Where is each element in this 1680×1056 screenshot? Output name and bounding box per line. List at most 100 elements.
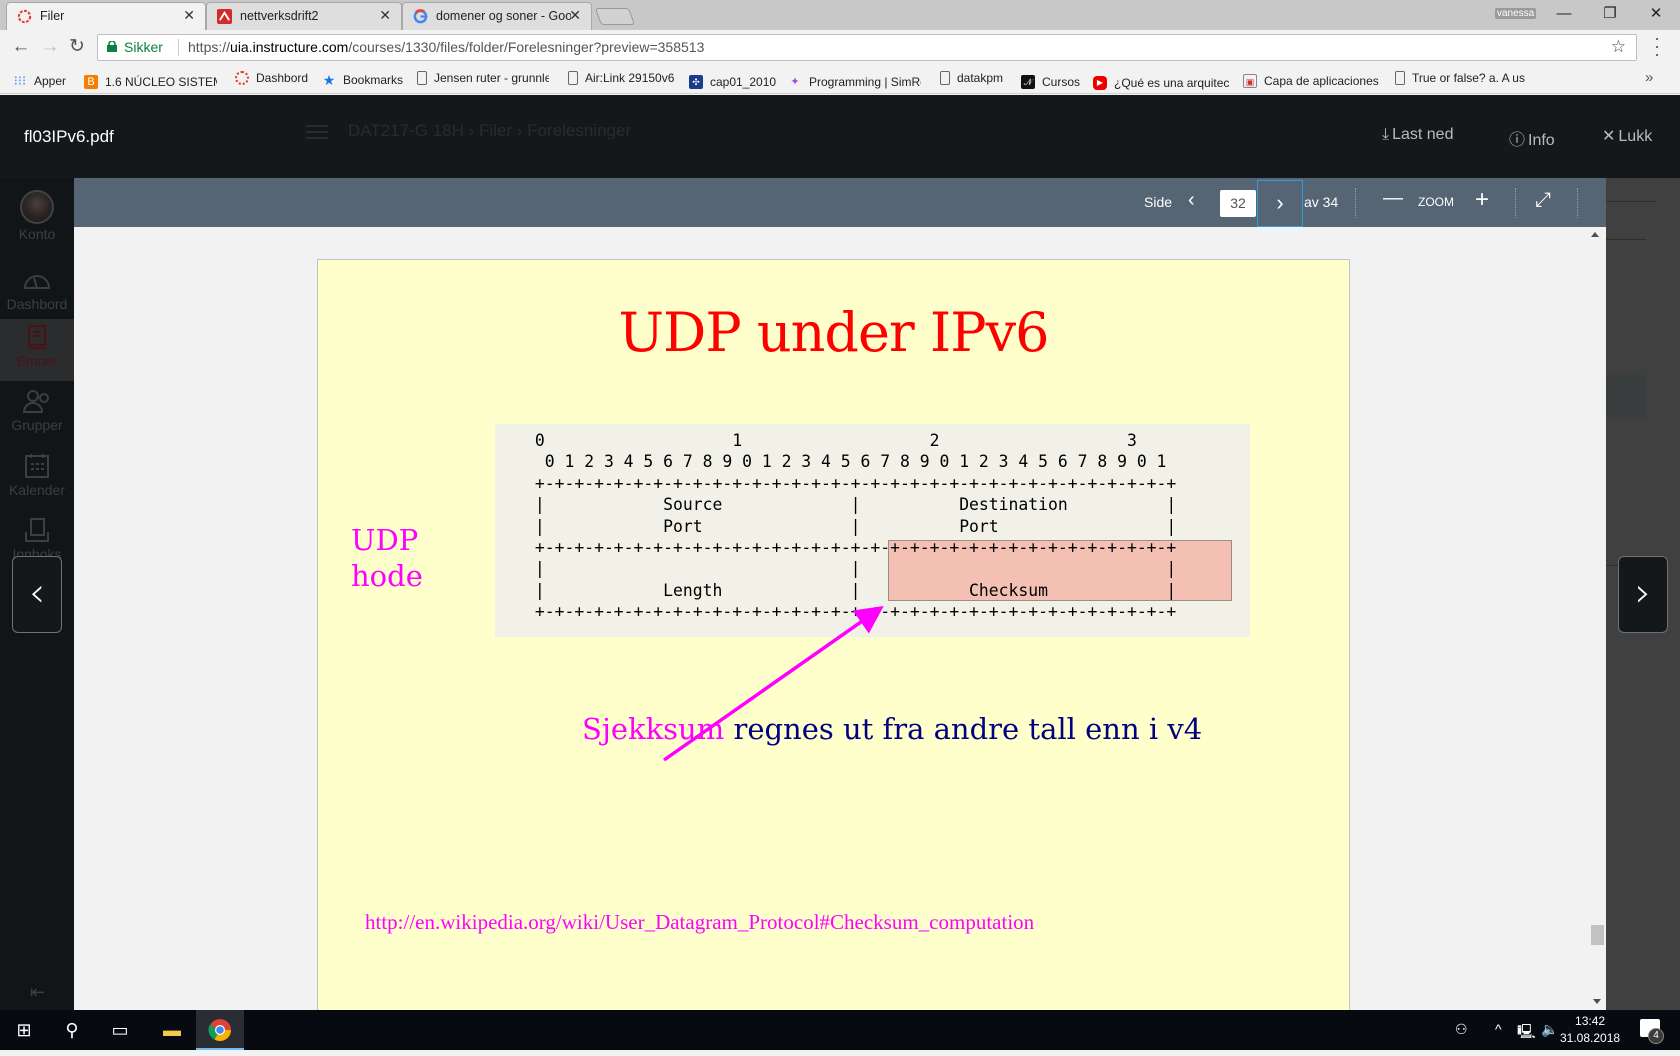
- fullscreen-icon[interactable]: ⤢: [1535, 189, 1551, 212]
- tab-filer[interactable]: Filer ✕: [6, 2, 206, 30]
- reload-icon[interactable]: ↻: [64, 35, 90, 59]
- restore-icon[interactable]: ❐: [1587, 2, 1633, 26]
- tab-domener-og-soner[interactable]: domener og soner - Goo ✕: [402, 2, 592, 30]
- bookmark-cursos[interactable]: 𝒩 Cursos: [1021, 71, 1080, 89]
- apps-grid-icon: ⁝⁝⁝: [13, 73, 27, 88]
- system-clock[interactable]: 13:42 31.08.2018: [1560, 1013, 1620, 1047]
- zoom-in-icon[interactable]: +: [1475, 186, 1489, 214]
- scroll-down-icon[interactable]: [1593, 999, 1601, 1004]
- back-icon[interactable]: ←: [8, 35, 34, 59]
- scrollbar-thumb[interactable]: [1591, 925, 1604, 945]
- new-tab-button[interactable]: [594, 8, 636, 25]
- bookmark-arquitectura[interactable]: ▶ ¿Qué es una arquitec: [1093, 71, 1229, 90]
- close-icon[interactable]: ✕: [183, 7, 195, 24]
- file-explorer-icon[interactable]: ▬: [148, 1010, 196, 1050]
- star-icon: ★: [322, 72, 336, 88]
- border-row: +-+-+-+-+-+-+-+-+-+-+-+-+-+-+-+-+-+-+-+-…: [525, 602, 1177, 622]
- bookmark-true-or-false[interactable]: True or false? a. A use: [1395, 71, 1525, 85]
- page-icon: [1395, 71, 1405, 85]
- youtube-icon: ▶: [1093, 76, 1107, 90]
- bookmarks-bar: ⁝⁝⁝Apper B1.6 NÚCLEO SISTEMA Dashbord ★B…: [0, 64, 1680, 94]
- windows-start-icon[interactable]: ⊞: [0, 1010, 48, 1050]
- bookmark-capa[interactable]: ▣ Capa de aplicaciones: [1243, 71, 1379, 88]
- bookmark-bookmarks[interactable]: ★ Bookmarks: [322, 71, 403, 87]
- browser-toolbar: ← → ↻ Sikker https://uia.instructure.com…: [0, 29, 1680, 64]
- reference-link[interactable]: http://en.wikipedia.org/wiki/User_Datagr…: [365, 910, 1034, 935]
- url-text[interactable]: https://uia.instructure.com/courses/1330…: [188, 39, 704, 55]
- close-icon[interactable]: ✕: [569, 7, 581, 24]
- bookmark-jensen[interactable]: Jensen ruter - grunnle: [417, 71, 549, 85]
- field-row: | Length | Checksum |: [525, 580, 1177, 600]
- info-button[interactable]: ⓘ Info: [1509, 126, 1555, 150]
- bookmark-star-icon[interactable]: ☆: [1611, 37, 1626, 57]
- nav-grupper[interactable]: Grupper: [0, 383, 74, 445]
- url-path: /courses/1330/files/folder/Forelesninger…: [348, 39, 705, 55]
- window-close-icon[interactable]: ✕: [1633, 2, 1679, 26]
- page-icon: [568, 71, 578, 85]
- bookmark-dashbord[interactable]: Dashbord: [235, 71, 308, 85]
- bookmark-datakpm[interactable]: datakpm: [940, 71, 1003, 85]
- lock-icon: [107, 41, 117, 52]
- pdf-app-icon: [217, 9, 232, 24]
- udp-header-diagram: 0 1 2 3 0 1 2 3 4 5 6 7 8 9 0 1 2 3 4 5 …: [495, 424, 1250, 637]
- previous-page-icon[interactable]: ‹: [1188, 189, 1195, 212]
- next-page-button[interactable]: ›: [1257, 180, 1303, 227]
- chrome-icon: [208, 1019, 231, 1041]
- border-row: +-+-+-+-+-+-+-+-+-+-+-+-+-+-+-+-+-+-+-+-…: [525, 538, 1177, 558]
- bookmark-apps[interactable]: ⁝⁝⁝ Apper: [13, 71, 66, 89]
- taskbar: ⊞ ⚲ ▭ ▬ ⚇ ^ 🖳 🔈 13:42 31.08.2018 4: [0, 1010, 1680, 1050]
- zoom-out-icon[interactable]: —: [1383, 187, 1403, 210]
- inbox-icon: [25, 518, 49, 542]
- page-number-input[interactable]: 32: [1220, 190, 1256, 217]
- bookmark-airlink[interactable]: Air:Link 29150v6: [568, 71, 674, 85]
- google-icon: [413, 9, 428, 24]
- nav-dashbord[interactable]: Dashbord: [0, 262, 74, 324]
- network-icon[interactable]: 🖳: [1517, 1021, 1536, 1045]
- slide-title: UDP under IPv6: [618, 301, 1050, 364]
- caption-text: regnes ut fra andre tall enn i v4: [724, 712, 1203, 746]
- address-bar[interactable]: Sikker https://uia.instructure.com/cours…: [97, 34, 1637, 61]
- close-icon: ✕: [1602, 128, 1616, 145]
- url-host: uia.instructure.com: [230, 39, 349, 55]
- task-view-icon[interactable]: ▭: [96, 1010, 144, 1050]
- nav-konto[interactable]: Konto: [0, 178, 74, 242]
- hamburger-icon: [306, 125, 328, 139]
- previous-file-button[interactable]: ‹: [12, 556, 62, 633]
- forward-icon[interactable]: →: [37, 35, 63, 59]
- close-icon[interactable]: ✕: [379, 7, 391, 24]
- notification-count-badge: 4: [1648, 1028, 1664, 1044]
- volume-icon[interactable]: 🔈: [1541, 1021, 1558, 1038]
- bookmark-programming[interactable]: ✦ Programming | SimRe: [788, 71, 921, 89]
- page-icon: [940, 71, 950, 85]
- preview-header: DAT217-G 18H › Filer › Forelesninger fl0…: [0, 95, 1680, 178]
- search-icon[interactable]: ⚲: [48, 1010, 96, 1050]
- nav-kalender[interactable]: Kalender: [0, 448, 74, 510]
- chrome-taskbar-button[interactable]: [196, 1010, 244, 1050]
- chrome-menu-icon[interactable]: · · ·: [1652, 29, 1662, 63]
- tray-expand-icon[interactable]: ^: [1495, 1021, 1502, 1037]
- profile-name[interactable]: vanessa: [1495, 8, 1537, 19]
- more-bookmarks-icon[interactable]: »: [1645, 69, 1653, 86]
- divider: [1606, 201, 1656, 202]
- tab-nettverksdrift2[interactable]: nettverksdrift2 ✕: [206, 2, 402, 30]
- bookmark-cap01[interactable]: ✣ cap01_2010: [689, 71, 776, 89]
- browser-tab-strip: Filer ✕ nettverksdrift2 ✕ domener og son…: [0, 0, 1680, 30]
- book-icon: [28, 325, 46, 349]
- collapse-nav-icon[interactable]: ⇤: [30, 982, 45, 1003]
- field-row: | Port | Port |: [525, 516, 1177, 536]
- users-icon: [22, 390, 49, 413]
- bookmark-nucleo[interactable]: B1.6 NÚCLEO SISTEMA: [84, 71, 217, 89]
- nav-emner[interactable]: Emner: [0, 319, 74, 381]
- divider: [1606, 239, 1646, 240]
- next-file-button[interactable]: ›: [1618, 556, 1668, 633]
- scroll-up-icon[interactable]: [1591, 232, 1599, 237]
- close-preview-button[interactable]: ✕ Lukk: [1602, 126, 1652, 146]
- people-icon[interactable]: ⚇: [1455, 1021, 1468, 1038]
- blogger-icon: B: [84, 75, 98, 89]
- download-button[interactable]: ⤓ Last ned: [1382, 126, 1453, 144]
- viewer-toolbar: Side ‹ 32 › av 34 — ZOOM + ⤢: [74, 178, 1606, 227]
- dimmed-block: [1606, 375, 1646, 419]
- file-name: fl03IPv6.pdf: [24, 127, 114, 146]
- minimize-icon[interactable]: —: [1541, 2, 1587, 26]
- speedometer-icon: [23, 275, 51, 289]
